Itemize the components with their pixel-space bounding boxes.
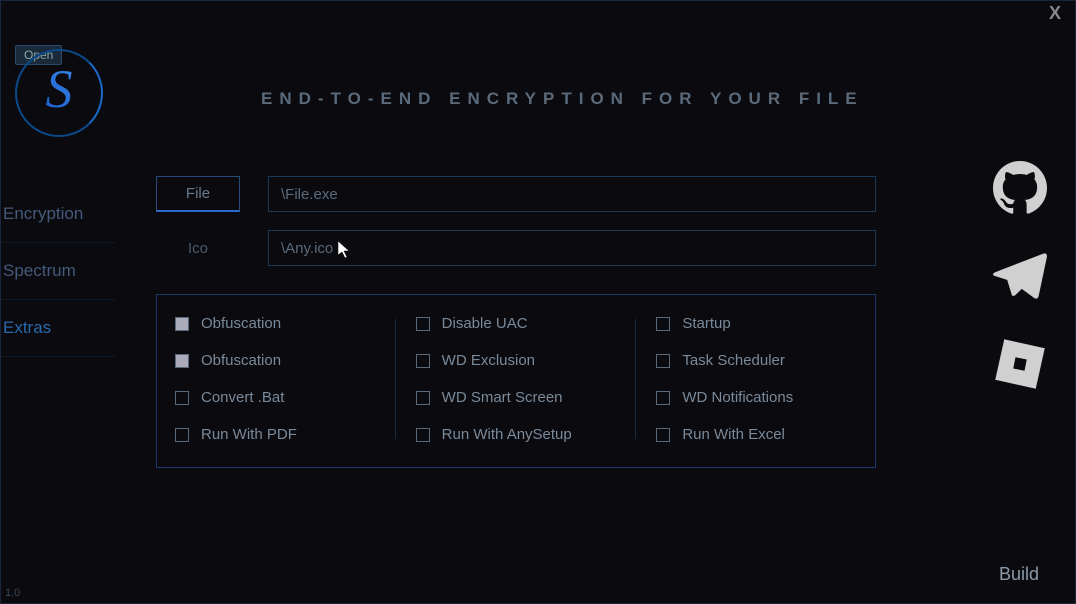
option-label: WD Exclusion [442, 352, 535, 369]
checkbox-icon[interactable] [656, 317, 670, 331]
logo-s-icon: S [46, 58, 73, 120]
roblox-icon[interactable] [993, 337, 1047, 391]
app-logo: S [15, 49, 107, 141]
option-label: Run With AnySetup [442, 426, 572, 443]
checkbox-icon[interactable] [175, 428, 189, 442]
option-convert-bat[interactable]: Convert .Bat [175, 389, 376, 406]
option-label: Obfuscation [201, 315, 281, 332]
checkbox-icon[interactable] [416, 428, 430, 442]
checkbox-icon[interactable] [175, 391, 189, 405]
build-button[interactable]: Build [991, 560, 1047, 589]
option-obfuscation-1[interactable]: Obfuscation [175, 315, 376, 332]
file-path-input[interactable] [268, 176, 876, 212]
sidebar: Encryption Spectrum Extras [1, 186, 116, 357]
option-label: Disable UAC [442, 315, 528, 332]
checkbox-icon[interactable] [175, 317, 189, 331]
option-label: WD Smart Screen [442, 389, 563, 406]
checkbox-icon[interactable] [656, 428, 670, 442]
file-row: File [156, 176, 876, 212]
option-run-with-anysetup[interactable]: Run With AnySetup [416, 426, 617, 443]
sidebar-item-encryption[interactable]: Encryption [1, 186, 116, 243]
page-title: END-TO-END ENCRYPTION FOR YOUR FILE [261, 89, 864, 109]
option-run-with-excel[interactable]: Run With Excel [656, 426, 857, 443]
option-label: Run With Excel [682, 426, 785, 443]
options-column-2: Disable UAC WD Exclusion WD Smart Screen… [416, 315, 617, 443]
option-label: Convert .Bat [201, 389, 284, 406]
social-icons [993, 161, 1047, 391]
option-task-scheduler[interactable]: Task Scheduler [656, 352, 857, 369]
checkbox-icon[interactable] [656, 354, 670, 368]
checkbox-icon[interactable] [656, 391, 670, 405]
telegram-icon[interactable] [993, 249, 1047, 303]
options-column-1: Obfuscation Obfuscation Convert .Bat Run… [175, 315, 376, 443]
options-column-3: Startup Task Scheduler WD Notifications … [656, 315, 857, 443]
ico-path-input[interactable] [268, 230, 876, 266]
sidebar-item-extras[interactable]: Extras [1, 300, 116, 357]
option-label: Run With PDF [201, 426, 297, 443]
options-box: Obfuscation Obfuscation Convert .Bat Run… [156, 294, 876, 468]
checkbox-icon[interactable] [175, 354, 189, 368]
version-label: 1.0 [5, 587, 20, 599]
main-panel: File Ico Obfuscation Obfuscation Convert… [156, 176, 876, 468]
option-label: Obfuscation [201, 352, 281, 369]
option-disable-uac[interactable]: Disable UAC [416, 315, 617, 332]
ico-label: Ico [156, 240, 240, 257]
option-wd-notifications[interactable]: WD Notifications [656, 389, 857, 406]
app-window: X Open S END-TO-END ENCRYPTION FOR YOUR … [0, 0, 1076, 604]
file-browse-button[interactable]: File [156, 176, 240, 212]
sidebar-item-spectrum[interactable]: Spectrum [1, 243, 116, 300]
titlebar: X [1, 1, 1075, 25]
checkbox-icon[interactable] [416, 391, 430, 405]
github-icon[interactable] [993, 161, 1047, 215]
close-button[interactable]: X [1043, 3, 1067, 24]
checkbox-icon[interactable] [416, 317, 430, 331]
option-label: Startup [682, 315, 730, 332]
option-wd-smart-screen[interactable]: WD Smart Screen [416, 389, 617, 406]
option-wd-exclusion[interactable]: WD Exclusion [416, 352, 617, 369]
option-label: Task Scheduler [682, 352, 785, 369]
checkbox-icon[interactable] [416, 354, 430, 368]
option-startup[interactable]: Startup [656, 315, 857, 332]
ico-row: Ico [156, 230, 876, 266]
option-obfuscation-2[interactable]: Obfuscation [175, 352, 376, 369]
option-label: WD Notifications [682, 389, 793, 406]
option-run-with-pdf[interactable]: Run With PDF [175, 426, 376, 443]
